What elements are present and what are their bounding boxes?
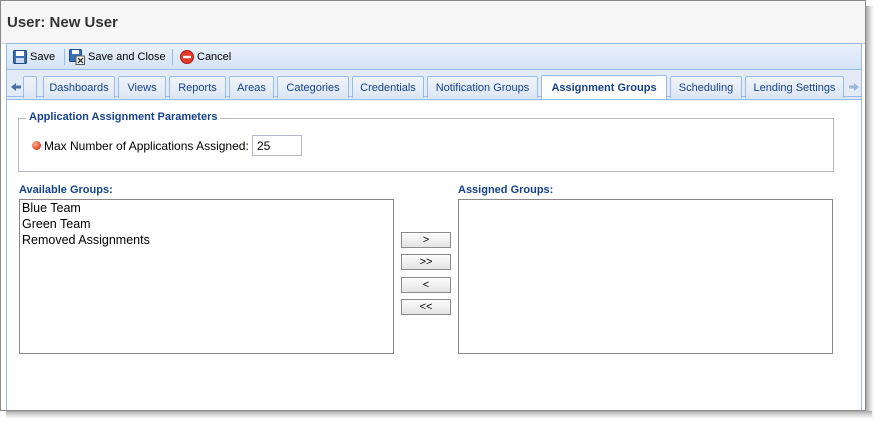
save-close-icon (69, 49, 85, 65)
cancel-label: Cancel (197, 51, 232, 63)
tab-scheduling-label: Scheduling (678, 81, 734, 94)
tab-areas-label: Areas (237, 81, 266, 94)
toolbar-separator (64, 49, 65, 65)
tab-views[interactable]: Views (118, 76, 166, 98)
tab-assignment-groups[interactable]: Assignment Groups (541, 75, 667, 99)
remove-all-button[interactable]: << (401, 299, 451, 315)
arrow-right-icon (849, 83, 859, 91)
cancel-icon (180, 50, 194, 64)
tab-dashboards[interactable]: Dashboards (43, 76, 115, 98)
tab-reports[interactable]: Reports (169, 76, 226, 98)
tab-dashboards-label: Dashboards (49, 81, 109, 94)
toolbar: Save Save and Close Cancel (6, 43, 862, 70)
max-applications-input[interactable] (252, 135, 302, 156)
tab-notification-groups-label: Notification Groups (435, 81, 530, 94)
tab-reports-label: Reports (178, 81, 217, 94)
tab-areas[interactable]: Areas (229, 76, 274, 98)
title-bar: User: New User (1, 1, 865, 44)
assigned-groups-label: Assigned Groups: (458, 184, 554, 196)
max-applications-label: Max Number of Applications Assigned: (44, 139, 249, 153)
add-selected-button[interactable]: > (401, 232, 451, 248)
window-shadow-bottom (6, 411, 872, 419)
tab-scroll-left-button[interactable] (9, 76, 23, 98)
save-label: Save (30, 51, 56, 63)
tab-credentials-label: Credentials (360, 81, 416, 94)
list-item[interactable]: Green Team (20, 216, 393, 232)
save-and-close-button[interactable]: Save and Close (69, 48, 166, 66)
tab-assignment-groups-label: Assignment Groups (551, 81, 657, 94)
remove-selected-button[interactable]: < (401, 277, 451, 293)
tab-lending-settings-label: Lending Settings (753, 81, 836, 94)
required-indicator-icon (32, 141, 41, 150)
tab-scheduling[interactable]: Scheduling (670, 76, 742, 98)
tab-views-label: Views (127, 81, 157, 94)
arrow-left-icon (11, 83, 21, 91)
save-button[interactable]: Save (13, 48, 55, 66)
tab-lending-settings[interactable]: Lending Settings (745, 76, 844, 98)
assigned-groups-list[interactable] (458, 199, 833, 354)
available-groups-list[interactable]: Blue Team Green Team Removed Assignments (19, 199, 394, 354)
tab-categories[interactable]: Categories (277, 76, 349, 98)
save-and-close-label: Save and Close (88, 51, 166, 63)
tab-categories-label: Categories (286, 81, 340, 94)
tab-scroll-right-button[interactable] (847, 76, 861, 98)
list-item[interactable]: Removed Assignments (20, 232, 393, 248)
tab-notification-groups[interactable]: Notification Groups (427, 76, 538, 98)
toolbar-separator (172, 49, 173, 65)
tab-strip: Dashboards Views Reports Areas Categorie… (6, 70, 862, 100)
window-title: User: New User (7, 14, 118, 31)
tab-partial[interactable] (23, 76, 37, 98)
window-shadow-right (866, 6, 874, 417)
tab-credentials[interactable]: Credentials (352, 76, 424, 98)
cancel-button[interactable]: Cancel (180, 48, 231, 66)
add-all-button[interactable]: >> (401, 254, 451, 270)
assignment-parameters-legend: Application Assignment Parameters (26, 111, 221, 123)
available-groups-label: Available Groups: (19, 184, 113, 196)
list-item[interactable]: Blue Team (20, 200, 393, 216)
floppy-disk-icon (13, 50, 27, 64)
